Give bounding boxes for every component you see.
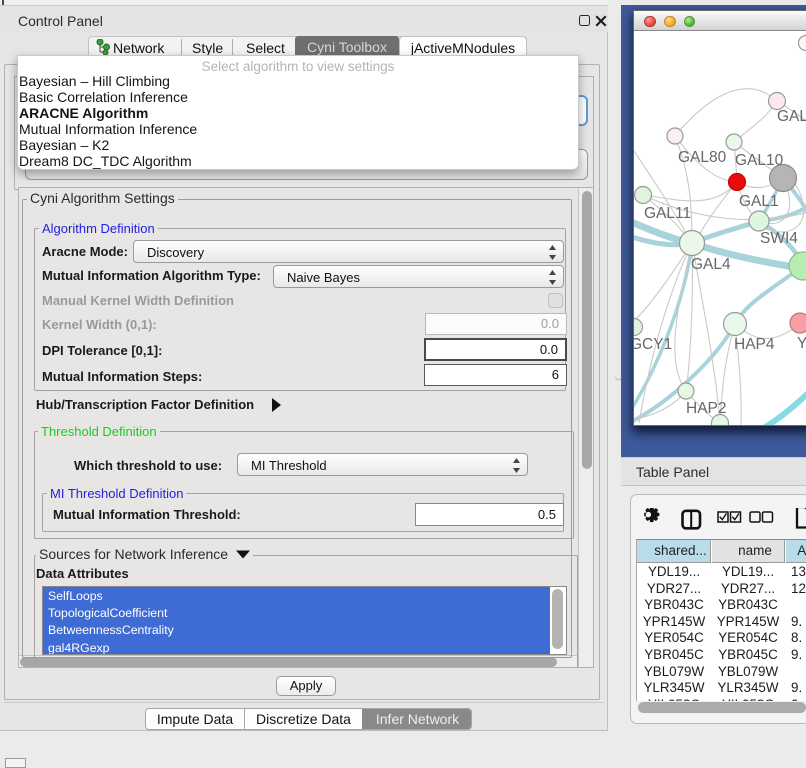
svg-text:Y: Y xyxy=(797,335,806,352)
svg-text:GAL4: GAL4 xyxy=(691,256,731,273)
svg-text:SWI4: SWI4 xyxy=(760,230,798,247)
svg-text:GAL80: GAL80 xyxy=(678,149,727,166)
svg-text:GAL1: GAL1 xyxy=(739,193,779,210)
svg-text:HAP4: HAP4 xyxy=(734,336,775,353)
svg-text:GAL: GAL xyxy=(777,108,806,125)
svg-text:GAL10: GAL10 xyxy=(735,152,784,169)
svg-text:GCY1: GCY1 xyxy=(634,336,672,353)
svg-text:HAP2: HAP2 xyxy=(686,400,727,417)
svg-text:GAL11: GAL11 xyxy=(644,205,691,222)
